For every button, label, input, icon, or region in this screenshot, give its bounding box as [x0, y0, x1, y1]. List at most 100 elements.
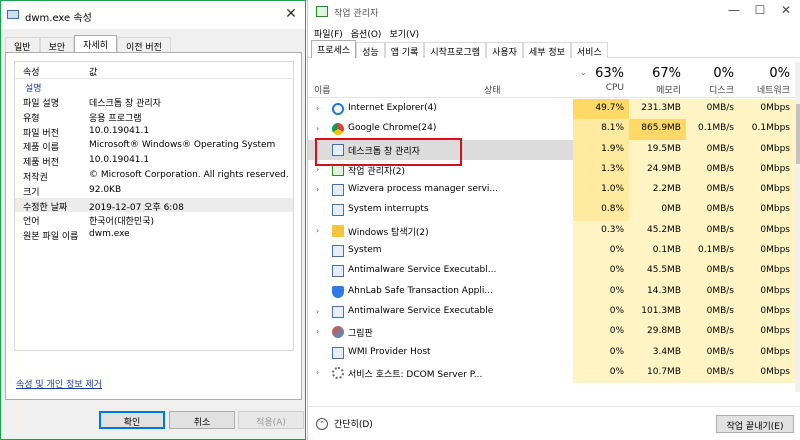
menu-options[interactable]: 옵션(O): [351, 27, 382, 40]
expand-chevron-icon[interactable]: ›: [316, 165, 319, 174]
process-net-value: 0Mbps: [739, 261, 795, 282]
cancel-button[interactable]: 취소: [169, 411, 235, 429]
property-value: 응용 프로그램: [89, 113, 142, 124]
process-row[interactable]: › Google Chrome(24) 8.1% 865.9MB 0.1MB/s 0.1M…: [308, 119, 795, 140]
tab-services[interactable]: 서비스: [570, 42, 608, 58]
tab-details[interactable]: 자세히: [74, 35, 117, 53]
tab-previous-versions[interactable]: 이전 버전: [116, 37, 171, 53]
maximize-icon[interactable]: ☐: [750, 3, 770, 17]
expand-chevron-icon[interactable]: ›: [316, 104, 319, 113]
expand-chevron-icon[interactable]: ›: [316, 307, 319, 316]
expand-chevron-icon[interactable]: ›: [316, 226, 319, 235]
vertical-scrollbar[interactable]: [795, 62, 800, 392]
process-disk-value: 0MB/s: [686, 261, 739, 282]
process-net-value: 0Mbps: [739, 99, 795, 120]
property-name: 제품 이름: [23, 143, 59, 154]
process-row[interactable]: WMI Provider Host 0% 3.4MB 0MB/s 0Mbps: [308, 342, 795, 363]
tab-security[interactable]: 보안: [39, 37, 75, 53]
property-row[interactable]: 유형 응용 프로그램: [15, 109, 293, 124]
expand-chevron-icon[interactable]: ›: [316, 124, 319, 133]
process-disk-value: 0MB/s: [686, 159, 739, 181]
tab-details[interactable]: 세부 정보: [522, 42, 571, 58]
process-name: Internet Explorer(4): [348, 103, 437, 113]
task-manager-footer: ⌃ 간단히(D) 작업 끝내기(E): [308, 406, 800, 440]
process-row[interactable]: › Antimalware Service Executable 0% 101.3MB…: [308, 301, 795, 323]
property-row[interactable]: 저작권 © Microsoft Corporation. All rights …: [15, 168, 293, 183]
process-net-value: 0Mbps: [739, 241, 795, 262]
process-cpu-value: 0%: [573, 241, 629, 262]
process-mem-value: 865.9MB: [629, 119, 686, 140]
process-row[interactable]: › 그림판 0% 29.8MB 0MB/s 0Mbps: [308, 322, 795, 343]
column-network-header[interactable]: 0% 네트워크: [739, 62, 795, 98]
property-row[interactable]: 제품 이름 Microsoft® Windows® Operating Syst…: [15, 138, 293, 153]
dialog-title: dwm.exe 속성: [25, 13, 92, 24]
close-icon[interactable]: ✕: [283, 6, 299, 22]
process-row[interactable]: Antimalware Service Executabl... 0% 45.5MB…: [308, 261, 795, 282]
menu-file[interactable]: 파일(F): [314, 27, 343, 40]
process-disk-value: 0MB/s: [686, 281, 739, 302]
expand-chevron-icon[interactable]: ›: [316, 368, 319, 377]
property-value: © Microsoft Corporation. All rights rese…: [89, 169, 289, 180]
tab-general[interactable]: 일반: [5, 37, 40, 53]
process-net-value: 0Mbps: [739, 281, 795, 302]
process-disk-value: 0MB/s: [686, 342, 739, 363]
process-row[interactable]: AhnLab Safe Transaction Appli... 0% 14.3MB…: [308, 281, 795, 302]
process-row[interactable]: › Internet Explorer(4) 49.7% 231.3MB 0MB/s 0M…: [308, 99, 795, 120]
process-row[interactable]: › Wizvera process manager servi... 1.0% 2.2…: [308, 180, 795, 201]
property-row-selected[interactable]: 수정한 날짜 2019-12-07 오후 6:08: [15, 197, 293, 213]
minimize-icon[interactable]: —: [724, 3, 744, 17]
property-row[interactable]: 언어 한국어(대한민국): [15, 212, 293, 227]
process-net-value: 0Mbps: [739, 220, 795, 242]
process-row[interactable]: › 서비스 호스트: DCOM Server P... 0% 10.7MB 0MB/s 0…: [308, 362, 795, 384]
highlight-box: [315, 138, 462, 166]
tab-users[interactable]: 사용자: [486, 42, 523, 58]
apply-button[interactable]: 적용(A): [238, 411, 304, 429]
property-row[interactable]: 파일 설명 데스크톱 창 관리자: [15, 94, 293, 109]
column-value[interactable]: 값: [89, 65, 97, 78]
expand-chevron-icon[interactable]: ›: [316, 185, 319, 194]
fewer-details-button[interactable]: ⌃ 간단히(D): [316, 417, 373, 430]
process-row[interactable]: System 0% 0.1MB 0.1MB/s 0Mbps: [308, 241, 795, 262]
property-list[interactable]: 속성 값 설명 파일 설명 데스크톱 창 관리자 유형 응용 프로그램 파일 버…: [14, 61, 294, 351]
disk-total: 0%: [713, 66, 734, 81]
column-status-header[interactable]: 상태: [478, 62, 573, 98]
process-cpu-value: 1.3%: [573, 159, 629, 181]
column-disk-header[interactable]: 0% 디스크: [686, 62, 739, 98]
process-mem-value: 10.7MB: [629, 362, 686, 384]
process-name: System interrupts: [348, 204, 429, 215]
process-disk-value: 0MB/s: [686, 362, 739, 384]
expand-chevron-icon[interactable]: ›: [316, 327, 319, 336]
process-name: Google Chrome(24): [348, 123, 437, 134]
column-cpu-header[interactable]: 63% CPU: [573, 62, 629, 98]
tab-app-history[interactable]: 앱 기록: [384, 42, 425, 58]
chrome-icon: [332, 123, 344, 136]
property-row[interactable]: 크기 92.0KB: [15, 183, 293, 198]
process-row[interactable]: › Windows 탐색기(2) 0.3% 45.2MB 0MB/s 0Mbps: [308, 220, 795, 242]
column-property[interactable]: 속성: [23, 65, 40, 78]
menu-bar: 파일(F) 옵션(O) 보기(V): [314, 27, 419, 40]
remove-properties-link[interactable]: 속성 및 개인 정보 제거: [16, 377, 102, 390]
process-mem-value: 19.5MB: [629, 139, 686, 160]
column-name-header[interactable]: 이름: [308, 62, 478, 98]
process-mem-value: 29.8MB: [629, 322, 686, 343]
process-disk-value: 0MB/s: [686, 301, 739, 323]
property-row[interactable]: 파일 버전 10.0.19041.1: [15, 124, 293, 139]
dialog-title-bar: dwm.exe 속성 ✕: [1, 1, 305, 29]
tab-performance[interactable]: 성능: [356, 42, 385, 58]
end-task-button[interactable]: 작업 끝내기(E): [716, 415, 794, 433]
process-mem-value: 14.3MB: [629, 281, 686, 302]
column-memory-header[interactable]: 67% 메모리: [629, 62, 686, 98]
process-row[interactable]: System interrupts 0.8% 0MB 0MB/s 0Mbps: [308, 200, 795, 221]
scrollbar-thumb[interactable]: [796, 104, 800, 164]
property-row[interactable]: 제품 버전 10.0.19041.1: [15, 153, 293, 168]
close-icon[interactable]: ✕: [776, 3, 796, 17]
menu-view[interactable]: 보기(V): [389, 27, 419, 40]
ok-button[interactable]: 확인: [99, 411, 165, 429]
process-net-value: 0Mbps: [739, 159, 795, 181]
process-net-value: 0Mbps: [739, 139, 795, 160]
property-name: 유형: [23, 113, 40, 124]
process-cpu-value: 49.7%: [573, 99, 629, 120]
tab-processes[interactable]: 프로세스: [311, 40, 357, 58]
tab-startup[interactable]: 시작프로그램: [424, 42, 487, 58]
property-row[interactable]: 원본 파일 이름 dwm.exe: [15, 227, 293, 242]
